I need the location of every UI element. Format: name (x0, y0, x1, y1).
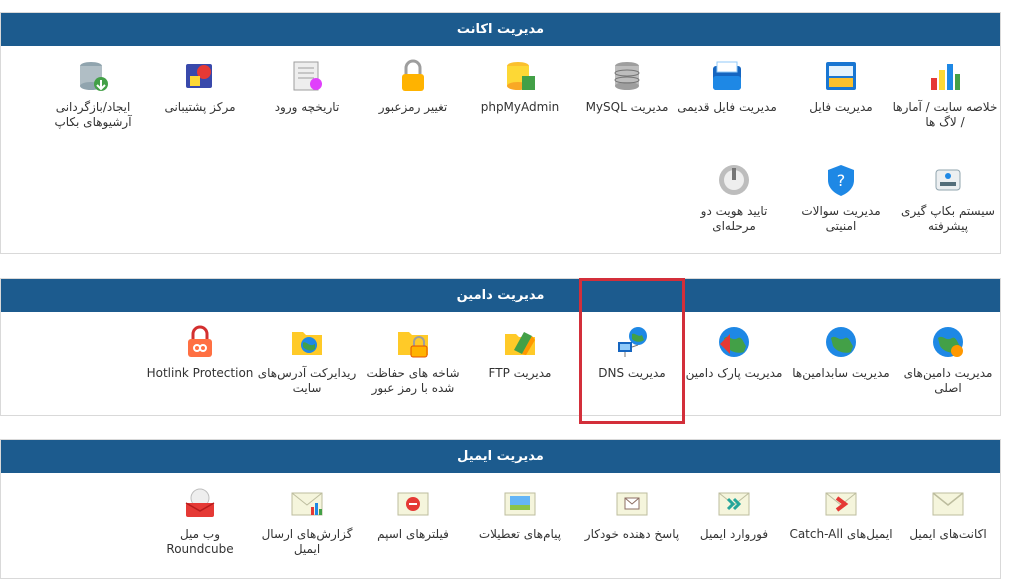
padlock-icon (402, 59, 424, 91)
email-panel-header: مدیریت ایمیل (1, 440, 1000, 473)
catch-all-icon (825, 492, 857, 516)
globe-icon (826, 327, 856, 357)
item-label: ریدایرکت آدرس‌های سایت (257, 366, 357, 395)
account-panel-header: مدیریت اکانت (1, 13, 1000, 46)
item-security-questions[interactable]: ? مدیریت سوالات امنیتی (786, 162, 896, 234)
item-dns-management[interactable]: مدیریت DNS (577, 324, 687, 381)
item-roundcube-webmail[interactable]: وب میل Roundcube (145, 485, 255, 557)
mail-forward-icon (718, 492, 750, 516)
item-label: phpMyAdmin (480, 100, 560, 114)
item-site-redirects[interactable]: ریدایرکت آدرس‌های سایت (252, 324, 362, 396)
file-manager-icon (826, 62, 856, 90)
item-label: مدیریت پارک دامین (685, 366, 783, 380)
item-label: پیام‌های تعطیلات (478, 527, 562, 541)
vacation-message-icon (504, 492, 536, 516)
item-legacy-file-manager[interactable]: مدیریت فایل قدیمی (672, 58, 782, 115)
item-label: مدیریت دامین‌های اصلی (903, 366, 993, 395)
redirect-folder-icon (292, 332, 322, 355)
item-label: پاسخ دهنده خودکار (584, 527, 680, 541)
item-support-center[interactable]: مرکز پشتیبانی (145, 58, 255, 115)
item-file-manager[interactable]: مدیریت فایل (786, 58, 896, 115)
item-email-delivery-reports[interactable]: گزارش‌های ارسال ایمیل (252, 485, 362, 557)
item-label: شاخه های حفاظت شده با رمز عبور (366, 366, 460, 395)
item-email-forwarders[interactable]: فوروارد ایمیل (679, 485, 789, 542)
protected-folder-icon (398, 332, 428, 358)
item-catch-all[interactable]: ایمیل‌های Catch-All (786, 485, 896, 542)
item-backup-archives[interactable]: ایجاد/بازگردانی آرشیوهای بکاپ (38, 58, 148, 130)
globe-park-icon (719, 327, 749, 357)
hotlink-lock-icon (188, 325, 212, 357)
item-change-password[interactable]: تغییر رمزعبور (358, 58, 468, 115)
legacy-file-manager-icon (713, 61, 741, 90)
item-label: ایمیل‌های Catch-All (789, 527, 893, 541)
item-label: مدیریت FTP (488, 366, 552, 380)
item-label: مدیریت فایل (809, 100, 873, 114)
item-label: گزارش‌های ارسال ایمیل (261, 527, 353, 556)
globe-gear-icon (933, 327, 963, 357)
item-main-domains[interactable]: مدیریت دامین‌های اصلی (893, 324, 1003, 396)
item-ftp-management[interactable]: مدیریت FTP (465, 324, 575, 381)
item-label: تایید هویت دو مرحله‌ای (700, 204, 768, 233)
item-label: مدیریت DNS (598, 366, 666, 380)
item-label: مرکز پشتیبانی (164, 100, 236, 114)
email-report-icon (291, 492, 323, 516)
item-label: تغییر رمزعبور (378, 100, 448, 114)
item-label: وب میل Roundcube (166, 527, 234, 556)
item-label: سیستم بکاپ گیری پیشرفته (901, 204, 995, 233)
item-two-factor[interactable]: تایید هویت دو مرحله‌ای (679, 162, 789, 234)
item-protected-directories[interactable]: شاخه های حفاظت شده با رمز عبور (358, 324, 468, 396)
item-label: مدیریت فایل قدیمی (677, 100, 777, 114)
item-hotlink-protection[interactable]: Hotlink Protection (145, 324, 255, 381)
item-label: فوروارد ایمیل (699, 527, 769, 541)
item-spam-filters[interactable]: فیلترهای اسپم (358, 485, 468, 542)
item-mysql[interactable]: مدیریت MySQL (572, 58, 682, 115)
item-autoresponder[interactable]: پاسخ دهنده خودکار (577, 485, 687, 542)
backup-drive-icon (935, 169, 961, 191)
mail-envelope-icon (932, 492, 964, 516)
login-history-icon (293, 61, 322, 91)
item-label: خلاصه سایت / آمارها / لاگ ها (892, 100, 998, 129)
dns-network-icon (618, 327, 647, 357)
backup-archive-icon (80, 62, 108, 91)
item-label: تاریخچه ورود (274, 100, 340, 114)
item-advanced-backup[interactable]: سیستم بکاپ گیری پیشرفته (893, 162, 1003, 234)
item-label: مدیریت MySQL (585, 100, 669, 114)
autoresponder-icon (616, 492, 648, 516)
support-center-icon (186, 64, 212, 88)
item-parked-domains[interactable]: مدیریت پارک دامین (679, 324, 789, 381)
svg-text:?: ? (837, 171, 846, 190)
item-email-accounts[interactable]: اکانت‌های ایمیل (893, 485, 1003, 542)
item-label: ایجاد/بازگردانی آرشیوهای بکاپ (54, 100, 132, 129)
security-shield-icon: ? (828, 165, 854, 196)
item-label: Hotlink Protection (146, 366, 254, 380)
item-login-history[interactable]: تاریخچه ورود (252, 58, 362, 115)
spam-filter-icon (397, 492, 429, 516)
item-label: اکانت‌های ایمیل (909, 527, 987, 541)
item-label: مدیریت سوالات امنیتی (801, 204, 881, 233)
item-site-summary[interactable]: خلاصه سایت / آمارها / لاگ ها (890, 58, 1000, 130)
domain-panel-header: مدیریت دامین (1, 279, 1000, 312)
database-icon (614, 62, 640, 90)
item-vacation-messages[interactable]: پیام‌های تعطیلات (465, 485, 575, 542)
stats-chart-icon (931, 64, 960, 90)
item-label: فیلترهای اسپم (377, 527, 449, 541)
ftp-folder-icon (505, 332, 535, 355)
webmail-icon (185, 488, 215, 517)
two-factor-icon (719, 165, 749, 195)
item-subdomains[interactable]: مدیریت سابدامین‌ها (786, 324, 896, 381)
phpmyadmin-icon (507, 62, 535, 90)
item-phpmyadmin[interactable]: phpMyAdmin (465, 58, 575, 115)
item-label: مدیریت سابدامین‌ها (792, 366, 890, 380)
